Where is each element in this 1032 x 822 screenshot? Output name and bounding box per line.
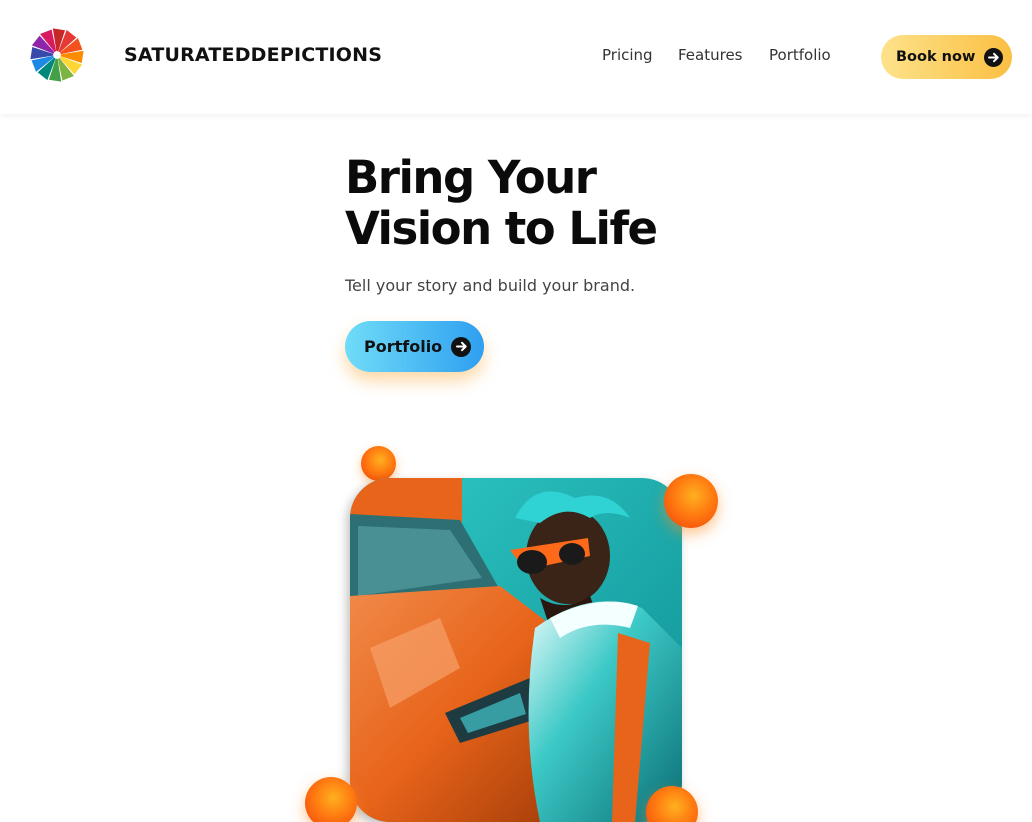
decorative-orange-bubble [361, 446, 396, 481]
nav-link-portfolio[interactable]: Portfolio [769, 46, 831, 64]
hero-photo [350, 478, 682, 822]
brand-name[interactable]: SATURATEDDEPICTIONS [124, 44, 382, 66]
decorative-orange-bubble [664, 474, 718, 528]
decorative-orange-bubble [305, 777, 357, 822]
arrow-right-circle-icon [451, 336, 472, 357]
hero-subtitle: Tell your story and build your brand. [345, 276, 636, 295]
hero-title-line-2: Vision to Life [345, 202, 658, 255]
rainbow-pinwheel-icon[interactable] [28, 26, 86, 84]
hero-title: Bring Your Vision to Life [345, 152, 765, 254]
book-now-label: Book now [896, 49, 976, 65]
arrow-right-circle-icon [984, 47, 1004, 67]
portfolio-button-label: Portfolio [364, 337, 443, 356]
site-header: SATURATEDDEPICTIONS Pricing Features Por… [0, 0, 1032, 114]
portfolio-button[interactable]: Portfolio [345, 321, 484, 372]
book-now-button[interactable]: Book now [881, 35, 1012, 79]
nav-link-features[interactable]: Features [678, 46, 743, 64]
nav-link-pricing[interactable]: Pricing [602, 46, 653, 64]
hero-title-line-1: Bring Your [345, 151, 597, 204]
